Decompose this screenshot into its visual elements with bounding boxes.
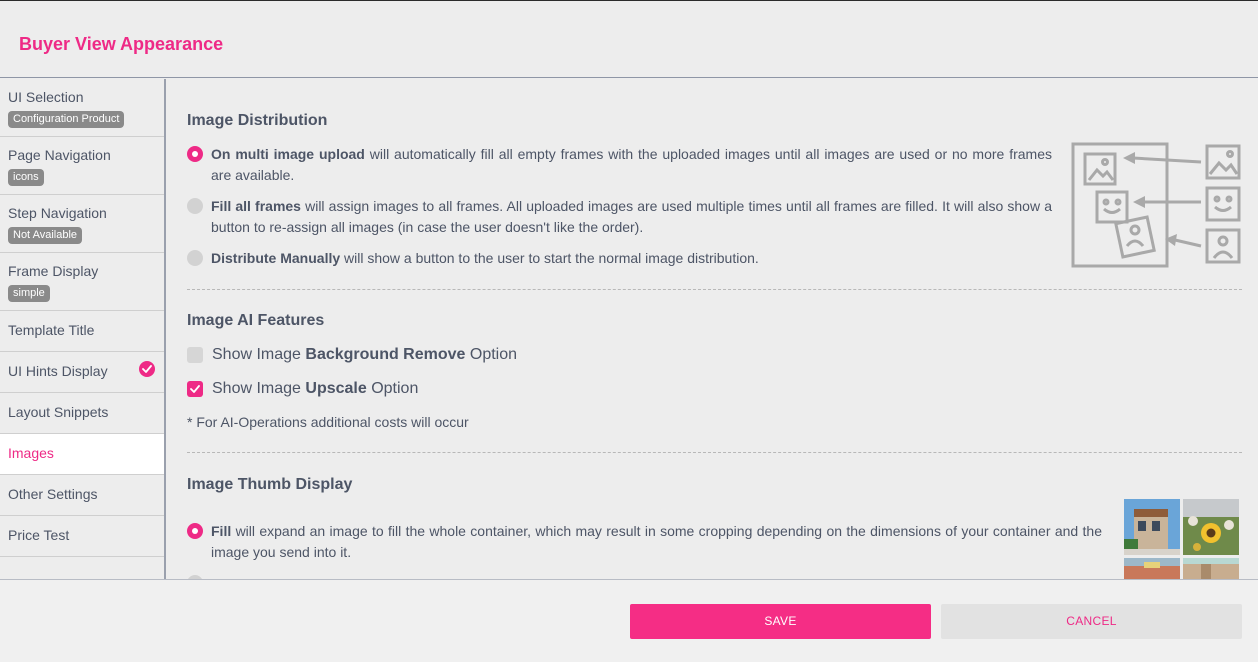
option-description: will show a button to the user to start … bbox=[340, 250, 759, 266]
section-divider bbox=[187, 452, 1242, 453]
thumbnail-image bbox=[1124, 558, 1180, 579]
radio-fill-all-frames[interactable]: Fill all frames will assign images to al… bbox=[187, 196, 1052, 238]
sidebar-item-label: Page Navigation bbox=[8, 147, 111, 163]
section-divider bbox=[187, 289, 1242, 290]
radio-button[interactable] bbox=[187, 198, 203, 214]
sidebar-item-frame-display[interactable]: Frame Display simple bbox=[0, 253, 164, 311]
radio-fill[interactable]: Fill will expand an image to fill the wh… bbox=[187, 521, 1102, 563]
sidebar-item-label: UI Selection bbox=[8, 89, 84, 105]
checkbox-background-remove[interactable]: Show Image Background Remove Option bbox=[187, 346, 517, 364]
radio-button[interactable] bbox=[187, 250, 203, 266]
cancel-button[interactable]: CANCEL bbox=[941, 604, 1242, 639]
thumbnail-image bbox=[1183, 499, 1239, 555]
option-label-prefix: Show Image bbox=[212, 346, 306, 363]
sidebar-item-label: Frame Display bbox=[8, 263, 99, 279]
status-badge: icons bbox=[8, 169, 44, 186]
sidebar-item-label: Layout Snippets bbox=[8, 404, 109, 420]
image-distribution-illustration bbox=[1071, 142, 1241, 268]
option-label-strong: Upscale bbox=[305, 380, 367, 397]
modal-header: Buyer View Appearance bbox=[0, 1, 1258, 78]
radio-distribute-manually[interactable]: Distribute Manually will show a button t… bbox=[187, 248, 1052, 269]
checkbox[interactable] bbox=[187, 381, 203, 397]
option-name: Fill all frames bbox=[211, 198, 301, 214]
radio-on-multi-upload[interactable]: On multi image upload will automatically… bbox=[187, 144, 1052, 186]
status-badge: Configuration Product bbox=[8, 111, 125, 128]
sidebar-item-images[interactable]: Images bbox=[0, 434, 164, 475]
status-badge: Not Available bbox=[8, 227, 83, 244]
option-name: Fill bbox=[211, 523, 232, 539]
checkbox[interactable] bbox=[187, 347, 203, 363]
option-description: will assign images to all frames. All up… bbox=[211, 198, 1052, 235]
sidebar-item-template-title[interactable]: Template Title bbox=[0, 311, 164, 352]
sidebar-item-label: Other Settings bbox=[8, 486, 98, 502]
option-name: Distribute Manually bbox=[211, 250, 341, 266]
checkbox-upscale[interactable]: Show Image Upscale Option bbox=[187, 380, 418, 398]
sidebar-item-label: Price Test bbox=[8, 527, 70, 543]
sidebar-item-label: UI Hints Display bbox=[8, 363, 108, 379]
sidebar-item-step-navigation[interactable]: Step Navigation Not Available bbox=[0, 195, 164, 253]
option-label-suffix: Option bbox=[465, 346, 518, 363]
option-name: On multi image upload bbox=[211, 146, 365, 162]
check-circle-icon bbox=[139, 361, 155, 377]
ai-cost-note: * For AI-Operations additional costs wil… bbox=[187, 414, 469, 430]
radio-button[interactable] bbox=[187, 523, 203, 539]
sidebar-item-ui-selection[interactable]: UI Selection Configuration Product bbox=[0, 79, 164, 137]
sidebar-item-layout-snippets[interactable]: Layout Snippets bbox=[0, 393, 164, 434]
checkmark-icon bbox=[190, 385, 200, 393]
sidebar-item-other-settings[interactable]: Other Settings bbox=[0, 475, 164, 516]
page-title: Buyer View Appearance bbox=[19, 34, 224, 54]
option-label-prefix: Show Image bbox=[212, 380, 306, 397]
status-badge: simple bbox=[8, 285, 50, 302]
option-label-strong: Background Remove bbox=[305, 346, 466, 363]
section-title-image-distribution: Image Distribution bbox=[187, 112, 328, 129]
radio-button[interactable] bbox=[187, 146, 203, 162]
option-label-suffix: Option bbox=[366, 380, 419, 397]
sidebar-item-price-test[interactable]: Price Test bbox=[0, 516, 164, 557]
sidebar-item-ui-hints-display[interactable]: UI Hints Display bbox=[0, 352, 164, 393]
sidebar: UI Selection Configuration Product Page … bbox=[0, 79, 166, 579]
sidebar-item-label: Images bbox=[8, 445, 54, 461]
main-content: Image Distribution On multi image upload… bbox=[168, 79, 1258, 579]
section-title-image-thumb-display: Image Thumb Display bbox=[187, 476, 353, 493]
sidebar-item-label: Template Title bbox=[8, 322, 95, 338]
sidebar-item-label: Step Navigation bbox=[8, 205, 107, 221]
save-button[interactable]: SAVE bbox=[630, 604, 931, 639]
sidebar-item-page-navigation[interactable]: Page Navigation icons bbox=[0, 137, 164, 195]
option-description: will expand an image to fill the whole c… bbox=[211, 523, 1102, 560]
thumbnail-image bbox=[1183, 558, 1239, 579]
footer-actions: SAVE CANCEL bbox=[0, 579, 1258, 662]
thumbnail-image bbox=[1124, 499, 1180, 555]
section-title-image-ai-features: Image AI Features bbox=[187, 312, 325, 329]
